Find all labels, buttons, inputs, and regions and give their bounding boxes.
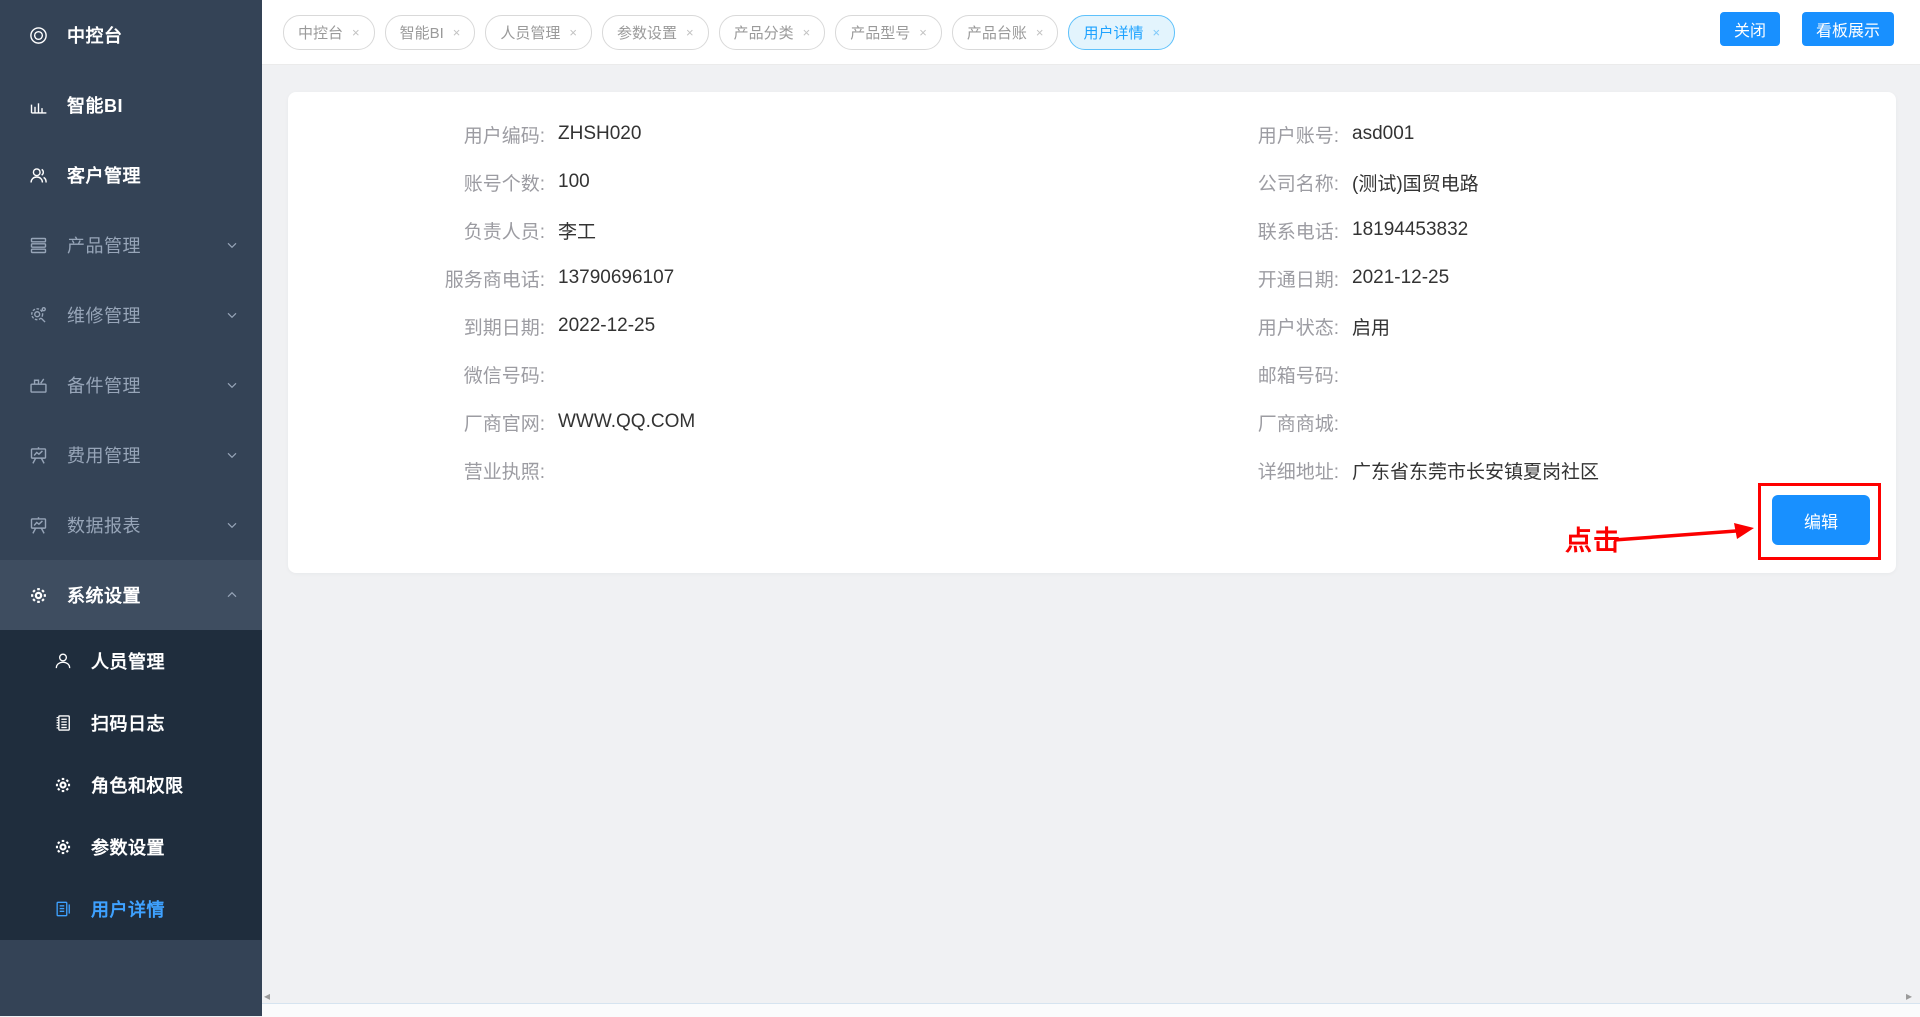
tab-console[interactable]: 中控台 × xyxy=(283,15,375,50)
close-icon[interactable]: × xyxy=(1152,26,1160,39)
sidebar-subitem-roles[interactable]: 角色和权限 xyxy=(0,754,262,816)
detail-row: 营业执照: xyxy=(288,446,1092,494)
sidebar-item-products[interactable]: 产品管理 xyxy=(0,210,262,280)
console-icon xyxy=(28,25,49,46)
chevron-down-icon xyxy=(224,237,240,253)
horizontal-scrollbar[interactable] xyxy=(262,1003,1920,1017)
customers-icon xyxy=(28,165,49,186)
close-icon[interactable]: × xyxy=(453,26,461,39)
tab-bar: 中控台 × 智能BI × 人员管理 × 参数设置 × 产品分类 × 产品型号 ×… xyxy=(283,15,1175,50)
user-detail-icon xyxy=(53,899,73,919)
detail-row: 联系电话: 18194453832 xyxy=(1092,206,1896,254)
detail-row: 到期日期: 2022-12-25 xyxy=(288,302,1092,350)
repair-icon xyxy=(28,305,49,326)
sidebar-item-customers[interactable]: 客户管理 xyxy=(0,140,262,210)
detail-row: 负责人员: 李工 xyxy=(288,206,1092,254)
tab-product-category[interactable]: 产品分类 × xyxy=(719,15,826,50)
detail-row: 厂商官网: WWW.QQ.COM xyxy=(288,398,1092,446)
person-icon xyxy=(53,651,73,671)
spare-parts-icon xyxy=(28,375,49,396)
sidebar-item-bi[interactable]: 智能BI xyxy=(0,70,262,140)
detail-grid: 用户编码: ZHSH020 用户账号: asd001 账号个数: 100 公司名… xyxy=(288,92,1896,494)
topbar-actions: 关闭 看板展示 xyxy=(1720,12,1894,46)
expense-icon xyxy=(28,445,49,466)
scan-log-icon xyxy=(53,713,73,733)
detail-row: 厂商商城: xyxy=(1092,398,1896,446)
close-icon[interactable]: × xyxy=(352,26,360,39)
chevron-down-icon xyxy=(224,447,240,463)
chevron-down-icon xyxy=(224,377,240,393)
scroll-left-icon[interactable]: ◂ xyxy=(264,990,270,1002)
tab-product-ledger[interactable]: 产品台账 × xyxy=(952,15,1059,50)
sidebar-subitem-user-detail[interactable]: 用户详情 xyxy=(0,878,262,940)
sidebar-item-label: 系统设置 xyxy=(67,582,141,608)
close-button[interactable]: 关闭 xyxy=(1720,12,1780,46)
sidebar-item-label: 维修管理 xyxy=(67,302,141,328)
sidebar-item-console[interactable]: 中控台 xyxy=(0,0,262,70)
detail-row: 微信号码: xyxy=(288,350,1092,398)
params-icon xyxy=(53,837,73,857)
user-detail-card: 用户编码: ZHSH020 用户账号: asd001 账号个数: 100 公司名… xyxy=(288,92,1896,573)
tab-params[interactable]: 参数设置 × xyxy=(602,15,709,50)
close-icon[interactable]: × xyxy=(919,26,927,39)
detail-row: 邮箱号码: xyxy=(1092,350,1896,398)
detail-row: 开通日期: 2021-12-25 xyxy=(1092,254,1896,302)
close-icon[interactable]: × xyxy=(569,26,577,39)
sidebar-item-label: 中控台 xyxy=(67,22,123,48)
chevron-down-icon xyxy=(224,307,240,323)
sidebar-item-system-settings[interactable]: 系统设置 xyxy=(0,560,262,630)
reports-icon xyxy=(28,515,49,536)
sidebar-subitem-personnel[interactable]: 人员管理 xyxy=(0,630,262,692)
close-icon[interactable]: × xyxy=(803,26,811,39)
chevron-down-icon xyxy=(224,517,240,533)
sidebar-subitem-scan-log[interactable]: 扫码日志 xyxy=(0,692,262,754)
scroll-right-icon[interactable]: ▸ xyxy=(1906,990,1912,1002)
tab-personnel[interactable]: 人员管理 × xyxy=(485,15,592,50)
tab-user-detail[interactable]: 用户详情 × xyxy=(1068,15,1175,50)
sidebar: 中控台 智能BI 客户管理 产品管理 维修管理 备件 xyxy=(0,0,262,1016)
chevron-up-icon xyxy=(224,587,240,603)
products-icon xyxy=(28,235,49,256)
main-content: 用户编码: ZHSH020 用户账号: asd001 账号个数: 100 公司名… xyxy=(262,65,1920,1016)
sidebar-subitem-params[interactable]: 参数设置 xyxy=(0,816,262,878)
detail-row: 用户账号: asd001 xyxy=(1092,110,1896,158)
tab-product-model[interactable]: 产品型号 × xyxy=(835,15,942,50)
detail-row: 账号个数: 100 xyxy=(288,158,1092,206)
sidebar-item-label: 客户管理 xyxy=(67,162,141,188)
sidebar-item-label: 费用管理 xyxy=(67,442,141,468)
tab-bi[interactable]: 智能BI × xyxy=(385,15,476,50)
detail-row: 用户状态: 启用 xyxy=(1092,302,1896,350)
sidebar-item-label: 智能BI xyxy=(67,92,123,118)
sidebar-item-label: 产品管理 xyxy=(67,232,141,258)
sidebar-item-reports[interactable]: 数据报表 xyxy=(0,490,262,560)
topbar: 中控台 × 智能BI × 人员管理 × 参数设置 × 产品分类 × 产品型号 ×… xyxy=(262,0,1920,65)
annotation-arrow-icon xyxy=(1608,512,1768,556)
sidebar-item-spare-parts[interactable]: 备件管理 xyxy=(0,350,262,420)
sidebar-item-label: 数据报表 xyxy=(67,512,141,538)
detail-row: 公司名称: (测试)国贸电路 xyxy=(1092,158,1896,206)
sidebar-item-label: 备件管理 xyxy=(67,372,141,398)
sidebar-item-expense[interactable]: 费用管理 xyxy=(0,420,262,490)
close-icon[interactable]: × xyxy=(1036,26,1044,39)
detail-row: 服务商电话: 13790696107 xyxy=(288,254,1092,302)
board-display-button[interactable]: 看板展示 xyxy=(1802,12,1894,46)
system-settings-submenu: 人员管理 扫码日志 角色和权限 参数设置 用户详情 xyxy=(0,630,262,940)
detail-row: 用户编码: ZHSH020 xyxy=(288,110,1092,158)
sidebar-item-repair[interactable]: 维修管理 xyxy=(0,280,262,350)
edit-button[interactable]: 编辑 xyxy=(1772,495,1870,545)
roles-icon xyxy=(53,775,73,795)
settings-icon xyxy=(28,585,49,606)
bi-chart-icon xyxy=(28,95,49,116)
close-icon[interactable]: × xyxy=(686,26,694,39)
